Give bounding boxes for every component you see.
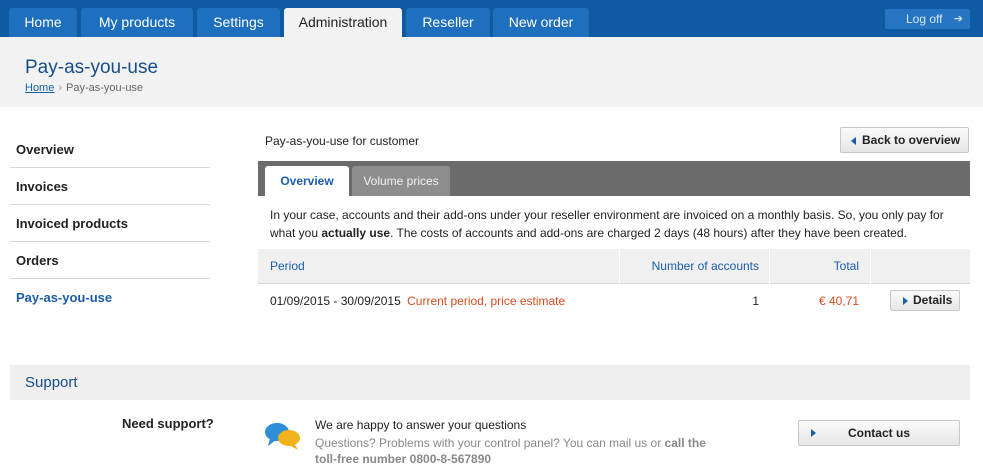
nav-tab-my-products[interactable]: My products bbox=[81, 8, 193, 37]
breadcrumb-home-link[interactable]: Home bbox=[25, 82, 54, 94]
breadcrumb-separator: › bbox=[58, 82, 63, 94]
contact-button-label: Contact us bbox=[847, 426, 910, 440]
back-to-overview-button[interactable]: Back to overview bbox=[840, 127, 969, 153]
support-title: Support bbox=[25, 374, 78, 391]
intro-text: In your case, accounts and their add-ons… bbox=[270, 206, 960, 242]
support-text: Questions? Problems with your control pa… bbox=[315, 435, 715, 467]
details-button-label: Details bbox=[913, 293, 953, 307]
sidebar-item-invoiced-products[interactable]: Invoiced products bbox=[10, 205, 210, 242]
page-title: Pay-as-you-use bbox=[25, 57, 159, 78]
row-period: 01/09/2015 - 30/09/2015 Current period, … bbox=[270, 285, 565, 317]
table-row: 01/09/2015 - 30/09/2015 Current period, … bbox=[258, 285, 970, 317]
sidebar: Overview Invoices Invoiced products Orde… bbox=[10, 131, 210, 316]
page-header: Pay-as-you-use Home › Pay-as-you-use bbox=[0, 37, 983, 107]
chat-bubbles-icon bbox=[265, 423, 300, 450]
column-header-total: Total bbox=[833, 259, 859, 273]
panel-tab-bar: Overview Volume prices bbox=[258, 161, 970, 196]
nav-tab-settings[interactable]: Settings bbox=[197, 8, 280, 37]
support-text-questions: Questions? Problems with your control pa… bbox=[315, 436, 665, 450]
nav-tab-new-order[interactable]: New order bbox=[493, 8, 589, 37]
breadcrumb: Home › Pay-as-you-use bbox=[25, 82, 143, 94]
support-section-header: Support bbox=[10, 365, 970, 400]
chevron-left-icon bbox=[851, 136, 856, 145]
support-headline: We are happy to answer your questions bbox=[315, 418, 527, 432]
sidebar-item-invoices[interactable]: Invoices bbox=[10, 168, 210, 205]
back-button-label: Back to overview bbox=[862, 133, 961, 147]
section-subtitle: Pay-as-you-use for customer bbox=[265, 134, 420, 148]
column-header-accounts: Number of accounts bbox=[651, 259, 759, 273]
sidebar-item-pay-as-you-use[interactable]: Pay-as-you-use bbox=[10, 279, 210, 316]
breadcrumb-current: Pay-as-you-use bbox=[66, 82, 144, 94]
top-nav-bar: Home My products Settings Administration… bbox=[0, 0, 983, 37]
column-divider bbox=[870, 249, 871, 284]
nav-tab-reseller[interactable]: Reseller bbox=[406, 8, 490, 37]
intro-text-bold: actually use bbox=[321, 226, 391, 240]
intro-text-part2: . The costs of accounts and add-ons are … bbox=[390, 226, 907, 240]
row-period-dates: 01/09/2015 - 30/09/2015 bbox=[270, 294, 401, 308]
row-period-note: Current period, price estimate bbox=[407, 294, 566, 308]
row-accounts: 1 bbox=[752, 294, 759, 308]
tab-overview[interactable]: Overview bbox=[265, 166, 349, 196]
chevron-right-icon bbox=[903, 296, 908, 305]
contact-us-button[interactable]: Contact us bbox=[798, 420, 960, 446]
sidebar-item-overview[interactable]: Overview bbox=[10, 131, 210, 168]
nav-tab-administration[interactable]: Administration bbox=[284, 8, 402, 37]
table-header: Period Number of accounts Total bbox=[258, 249, 970, 284]
logoff-label: Log off bbox=[906, 12, 943, 26]
column-header-period: Period bbox=[270, 259, 305, 273]
need-support-label: Need support? bbox=[122, 416, 214, 431]
logoff-button[interactable]: Log off ➔ bbox=[885, 9, 970, 29]
details-button[interactable]: Details bbox=[890, 290, 960, 311]
arrow-right-icon: ➔ bbox=[953, 13, 963, 25]
tab-volume-prices[interactable]: Volume prices bbox=[352, 166, 450, 196]
nav-tab-home[interactable]: Home bbox=[9, 8, 77, 37]
row-total: € 40,71 bbox=[818, 294, 859, 308]
sidebar-item-orders[interactable]: Orders bbox=[10, 242, 210, 279]
